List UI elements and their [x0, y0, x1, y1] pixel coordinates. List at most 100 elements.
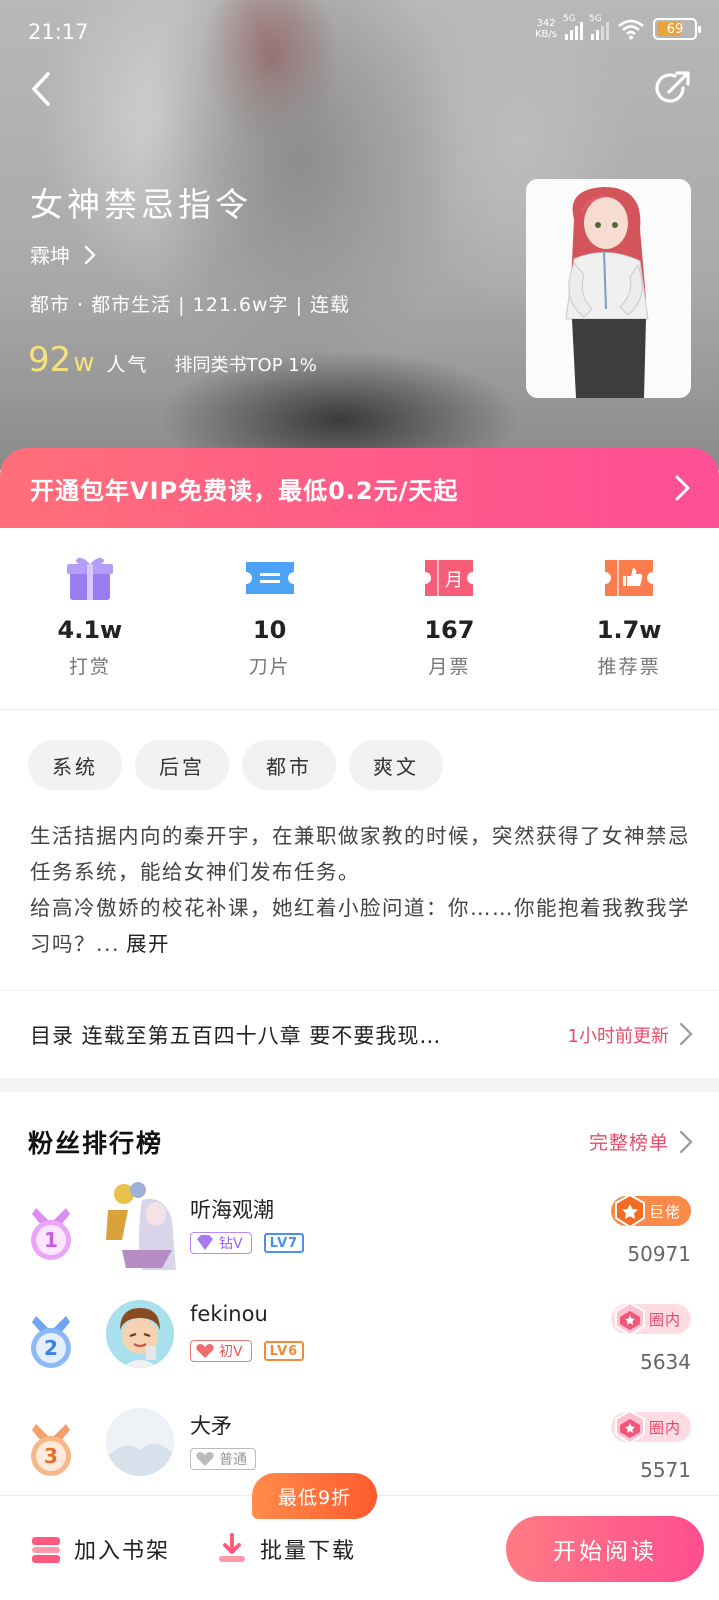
- tag-chip[interactable]: 系统: [28, 740, 122, 790]
- monthly-ticket-icon: 月: [425, 560, 474, 596]
- shield-star-icon: [614, 1410, 645, 1444]
- share-icon[interactable]: [653, 68, 693, 108]
- chevron-right-icon: [675, 475, 690, 501]
- vip-level-badge: 初V: [190, 1340, 252, 1362]
- fan-title-badge: 巨佬: [610, 1194, 691, 1228]
- tag-chip[interactable]: 爽文: [349, 740, 443, 790]
- popularity-label: 人气: [106, 354, 149, 376]
- author-name: 霖坤: [30, 244, 70, 268]
- tag-chip[interactable]: 后宫: [135, 740, 229, 790]
- vip-level-badge: 钻V: [190, 1232, 252, 1254]
- battery-icon: 69: [653, 18, 701, 40]
- blade-ticket-icon: [245, 562, 294, 594]
- signal-2-icon: 5G: [589, 14, 609, 40]
- user-level-badge: LV7: [263, 1233, 305, 1253]
- svg-text:1: 1: [44, 1228, 58, 1252]
- fans-ranking-header: 粉丝排行榜 完整榜单: [0, 1110, 719, 1174]
- description-line: 给高冷傲娇的校花补课，她红着小脸问道：你……你能抱着我教我学习吗？... 展开: [30, 896, 690, 956]
- signal-1-icon: 5G: [563, 14, 583, 40]
- stat-value: 4.1w: [57, 616, 123, 644]
- stat-value: 10: [252, 616, 287, 644]
- popularity-unit: w: [73, 348, 95, 378]
- tag-chip[interactable]: 都市: [242, 740, 336, 790]
- avatar[interactable]: [102, 1180, 182, 1274]
- user-level-badge: LV6: [263, 1341, 305, 1361]
- chevron-right-icon: [84, 245, 96, 264]
- network-speed: 342 KB/s: [535, 18, 557, 40]
- fans-ranking-title: 粉丝排行榜: [28, 1129, 164, 1158]
- chevron-right-icon: [679, 1022, 693, 1046]
- fan-score: 50971: [627, 1242, 691, 1266]
- discount-badge: 最低9折: [252, 1473, 378, 1519]
- fan-badges: 初V LV6: [190, 1340, 305, 1362]
- stat-label: 推荐票: [597, 656, 661, 678]
- vip-level-badge: 普通: [190, 1448, 256, 1470]
- stat-reward[interactable]: 4.1w 打赏: [0, 528, 180, 709]
- fan-row[interactable]: 1 听海观潮 钻V LV7 巨佬 50971: [0, 1180, 719, 1292]
- start-reading-button[interactable]: 开始阅读: [506, 1516, 704, 1582]
- diamond-icon: [197, 1235, 213, 1250]
- svg-text:3: 3: [44, 1444, 58, 1468]
- book-hero-header: 21:17 342 KB/s 5G 5G 69 女神禁忌指令 霖坤 都市 · 都…: [0, 0, 719, 470]
- stat-label: 月票: [428, 656, 471, 678]
- batch-download-button[interactable]: 批量下载: [216, 1533, 356, 1565]
- stat-monthly-ticket[interactable]: 月 167 月票: [360, 528, 540, 709]
- thumbs-up-ticket-icon: [605, 560, 654, 596]
- shield-star-icon: [614, 1302, 645, 1336]
- chevron-right-icon: [679, 1130, 693, 1154]
- back-arrow-icon[interactable]: [22, 66, 62, 112]
- fan-title-badge: 圈内: [610, 1410, 691, 1444]
- stat-label: 打赏: [68, 656, 111, 678]
- svg-text:2: 2: [44, 1336, 58, 1360]
- vip-banner-text: 开通包年VIP免费读，最低0.2元/天起: [30, 476, 459, 505]
- catalog-text: 目录 连载至第五百四十八章 要不要我现…: [30, 1023, 442, 1048]
- stat-blade[interactable]: 10 刀片: [180, 528, 360, 709]
- wifi-icon: [618, 19, 644, 40]
- shield-star-icon: [614, 1194, 645, 1228]
- status-icons: 342 KB/s 5G 5G 69: [535, 14, 701, 40]
- full-ranking-link[interactable]: 完整榜单: [589, 1128, 669, 1155]
- fan-badges: 普通: [190, 1448, 256, 1470]
- book-meta: 都市 · 都市生活 | 121.6w字 | 连载: [30, 294, 351, 316]
- fan-name: fekinou: [190, 1302, 268, 1326]
- rank-text: 排同类书TOP 1%: [174, 355, 317, 376]
- fan-row[interactable]: 2 fekinou 初V LV6 圈内 5634: [0, 1300, 719, 1400]
- svg-text:月: 月: [445, 570, 463, 591]
- download-icon: [219, 1533, 245, 1562]
- heart-icon: [196, 1344, 214, 1358]
- fan-name: 大矛: [190, 1414, 232, 1438]
- catalog-row[interactable]: 目录 连载至第五百四十八章 要不要我现… 1小时前更新: [0, 990, 719, 1078]
- fan-name: 听海观潮: [190, 1198, 274, 1222]
- book-cover[interactable]: [526, 179, 691, 398]
- stat-recommend-ticket[interactable]: 1.7w 推荐票: [539, 528, 719, 709]
- cover-illustration: [526, 179, 691, 398]
- book-description[interactable]: 生活拮据内向的秦开宇，在兼职做家教的时候，突然获得了女神禁忌任务系统，能给女神们…: [30, 818, 695, 962]
- medal-rank-3-icon: 3: [31, 1424, 71, 1476]
- avatar[interactable]: [106, 1408, 174, 1476]
- medal-rank-2-icon: 2: [31, 1316, 71, 1368]
- add-to-bookshelf-button[interactable]: 加入书架: [30, 1533, 170, 1565]
- book-tags: 系统 后宫 都市 爽文: [28, 740, 443, 790]
- avatar[interactable]: [106, 1300, 174, 1368]
- author-link[interactable]: 霖坤: [30, 240, 96, 269]
- description-line: 生活拮据内向的秦开宇，在兼职做家教的时候，突然获得了女神禁忌任务系统，能给女神们…: [30, 824, 690, 884]
- expand-button[interactable]: 展开: [126, 932, 170, 956]
- bookshelf-icon: [32, 1537, 60, 1563]
- fan-score: 5634: [640, 1350, 691, 1374]
- status-bar: 21:17 342 KB/s 5G 5G 69: [0, 0, 719, 66]
- fan-score: 5571: [640, 1458, 691, 1482]
- medal-rank-1-icon: 1: [31, 1208, 71, 1260]
- vip-banner[interactable]: 开通包年VIP免费读，最低0.2元/天起: [0, 448, 719, 528]
- gift-icon: [66, 557, 113, 600]
- status-time: 21:17: [28, 20, 89, 44]
- section-divider: [0, 1078, 719, 1092]
- popularity-number: 92: [28, 340, 72, 380]
- book-title: 女神禁忌指令: [30, 185, 252, 224]
- fan-badges: 钻V LV7: [190, 1232, 305, 1254]
- book-stats: 4.1w 打赏 10 刀片 月 167 月票 1.7w 推荐票: [0, 528, 719, 710]
- stat-value: 1.7w: [596, 616, 662, 644]
- stat-value: 167: [424, 616, 475, 644]
- stat-label: 刀片: [248, 656, 291, 678]
- fan-title-badge: 圈内: [610, 1302, 691, 1336]
- heart-icon: [196, 1452, 214, 1466]
